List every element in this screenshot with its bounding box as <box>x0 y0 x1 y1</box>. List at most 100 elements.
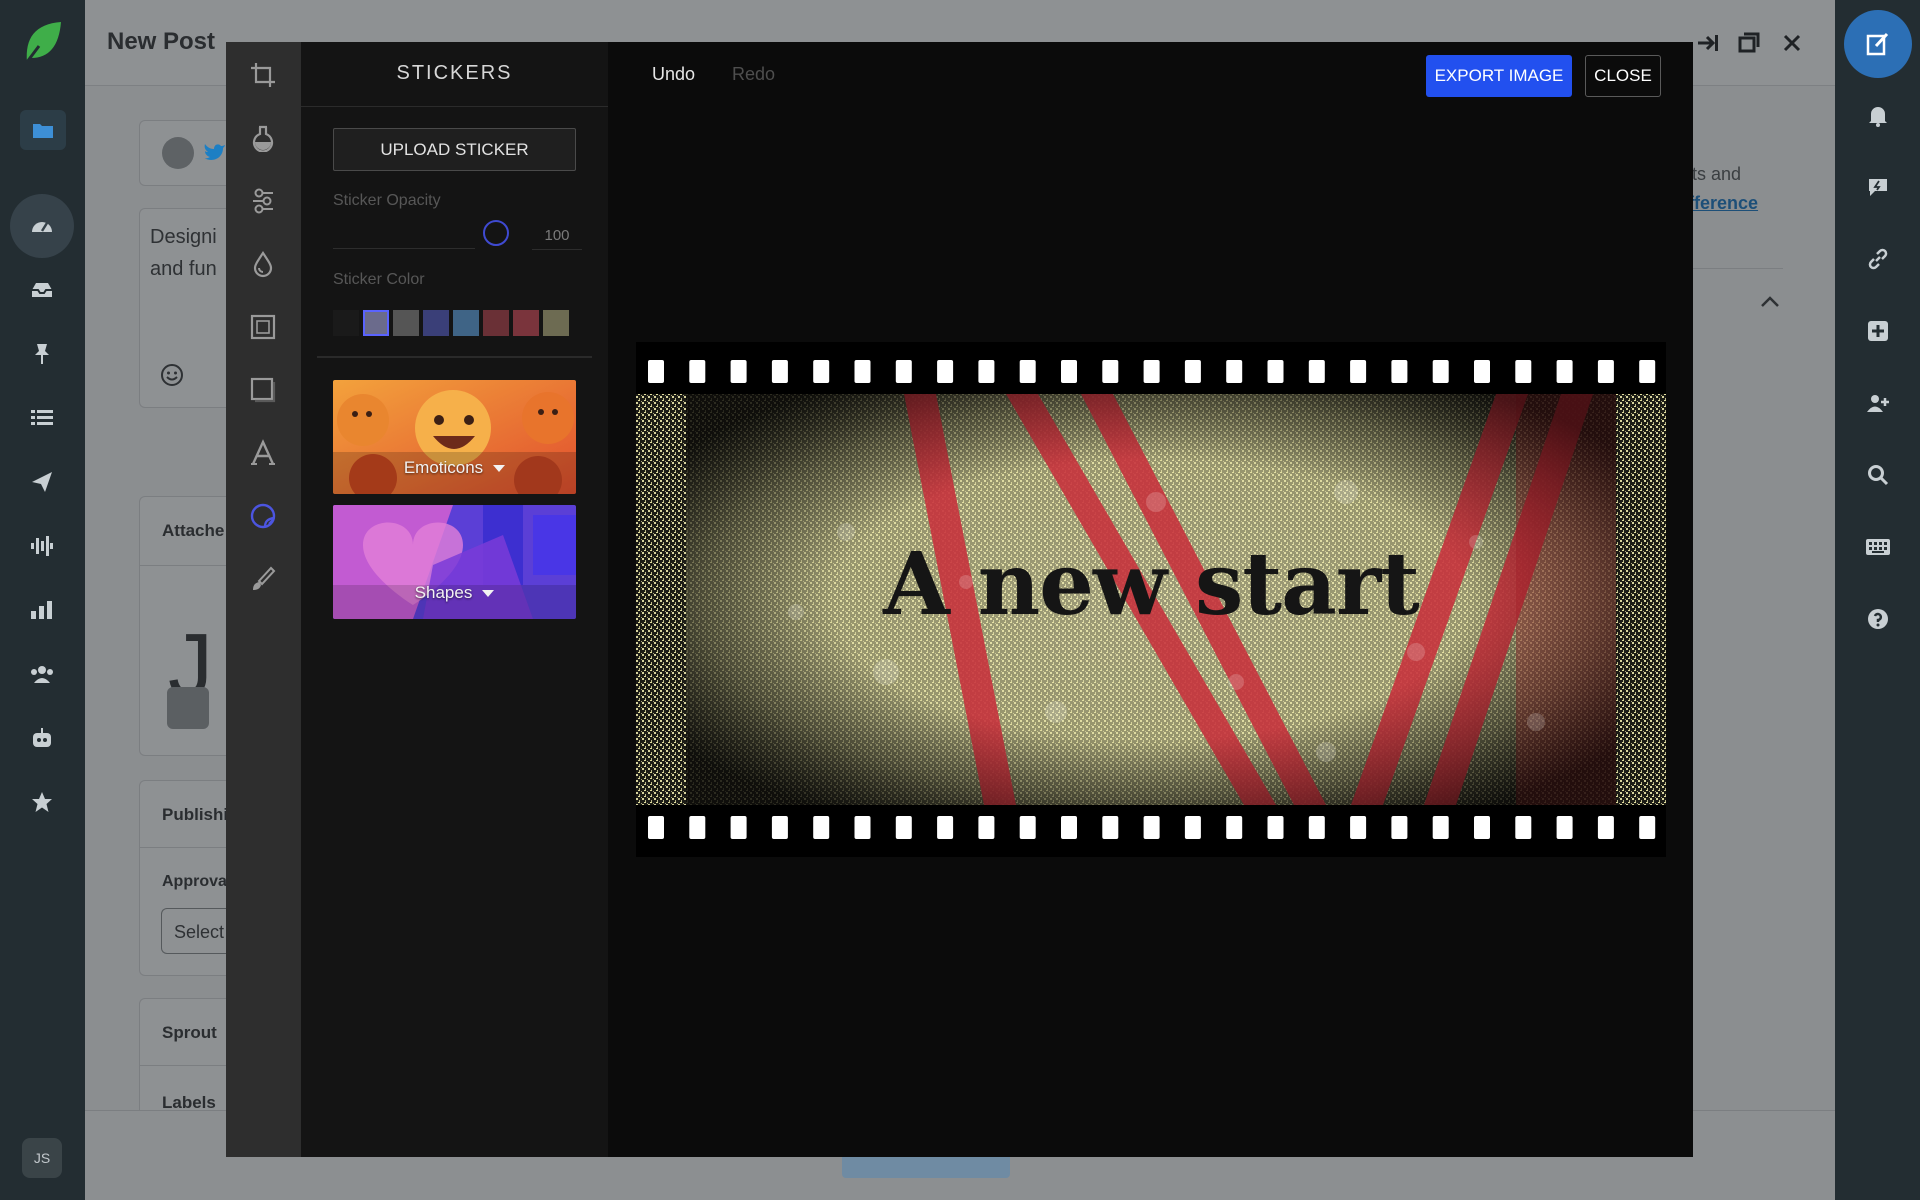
sprout-logo-icon[interactable] <box>21 18 65 66</box>
sticker-category-shapes[interactable]: Shapes <box>333 505 576 619</box>
message-text: Designi and fun <box>150 226 217 280</box>
opacity-slider-track[interactable] <box>333 248 475 249</box>
sprocket-hole <box>937 816 954 839</box>
sprocket-hole <box>813 360 830 383</box>
add-user-icon[interactable] <box>1862 387 1894 419</box>
publishing-label: Publishi <box>162 805 229 824</box>
sprocket-hole <box>648 816 664 839</box>
color-swatch[interactable] <box>513 310 539 336</box>
list-icon[interactable] <box>22 398 62 438</box>
search-icon[interactable] <box>1862 459 1894 491</box>
filter-tool-icon[interactable] <box>240 115 286 161</box>
image-editor-modal: STICKERS UPLOAD STICKER Sticker Opacity … <box>226 42 1693 1157</box>
edited-image[interactable]: A new start <box>636 342 1666 857</box>
sprocket-hole <box>1556 816 1573 839</box>
left-navigation: JS <box>0 0 85 1200</box>
color-swatch[interactable] <box>543 310 569 336</box>
color-swatch[interactable] <box>393 310 419 336</box>
overlay-tool-icon[interactable] <box>240 367 286 413</box>
redo-button[interactable]: Redo <box>732 64 775 85</box>
sprocket-hole <box>1019 816 1036 839</box>
opacity-label: Sticker Opacity <box>333 192 441 209</box>
sprocket-hole <box>813 816 830 839</box>
close-compose-icon[interactable] <box>1777 28 1807 58</box>
caret-down-icon <box>482 590 495 598</box>
sticker-category-emoticons[interactable]: Emoticons <box>333 380 576 494</box>
right-panel-body: sts and <box>1683 164 1742 184</box>
listening-icon[interactable] <box>22 526 62 566</box>
link-icon[interactable] <box>1862 243 1894 275</box>
add-icon[interactable] <box>1862 315 1894 347</box>
close-editor-button[interactable]: CLOSE <box>1585 55 1661 97</box>
keyboard-icon[interactable] <box>1862 531 1894 563</box>
right-panel-link[interactable]: ifference <box>1683 189 1758 218</box>
chevron-up-icon[interactable] <box>1760 294 1780 308</box>
sprocket-hole <box>1102 816 1119 839</box>
sprocket-hole <box>730 360 747 383</box>
compose-icon[interactable] <box>1844 10 1912 78</box>
opacity-value-input[interactable]: 100 <box>532 222 582 250</box>
sprocket-hole <box>1061 360 1077 383</box>
category-label: Emoticons <box>333 458 576 478</box>
sprocket-hole <box>1267 816 1284 839</box>
bell-icon[interactable] <box>1862 100 1894 132</box>
reports-icon[interactable] <box>22 590 62 630</box>
bot-icon[interactable] <box>22 718 62 758</box>
brush-tool-icon[interactable] <box>240 556 286 602</box>
color-swatch[interactable] <box>333 310 359 336</box>
sprocket-hole <box>1061 816 1077 839</box>
text-tool-icon[interactable] <box>240 430 286 476</box>
sprocket-hole <box>978 360 995 383</box>
folder-icon[interactable] <box>20 110 66 150</box>
copy-attachment-icon[interactable] <box>167 687 209 729</box>
panel-title: STICKERS <box>396 62 513 84</box>
sprocket-hole <box>1350 816 1367 839</box>
popout-icon[interactable] <box>1734 28 1764 58</box>
sprocket-hole <box>771 816 788 839</box>
editor-tool-rail <box>226 42 301 1157</box>
inbox-icon[interactable] <box>22 270 62 310</box>
profile-avatar <box>162 137 194 169</box>
sticker-color-swatches <box>333 310 569 336</box>
star-review-icon[interactable] <box>22 782 62 822</box>
sticker-tool-icon[interactable] <box>240 493 286 539</box>
sprocket-hole <box>1515 816 1532 839</box>
frame-tool-icon[interactable] <box>240 304 286 350</box>
sprocket-hole <box>895 360 912 383</box>
feedback-icon[interactable] <box>1862 171 1894 203</box>
send-icon[interactable] <box>22 462 62 502</box>
sprocket-hole <box>1184 360 1201 383</box>
crop-tool-icon[interactable] <box>240 52 286 98</box>
collapse-right-icon[interactable] <box>1692 28 1722 58</box>
color-swatch[interactable] <box>483 310 509 336</box>
sprocket-hole <box>689 360 706 383</box>
approval-select[interactable]: Select <box>161 908 231 954</box>
sprocket-hole <box>937 360 954 383</box>
sprocket-hole <box>689 816 706 839</box>
undo-button[interactable]: Undo <box>652 64 695 85</box>
help-icon[interactable] <box>1862 603 1894 635</box>
focus-tool-icon[interactable] <box>240 241 286 287</box>
divider <box>301 106 608 107</box>
emoji-icon[interactable] <box>160 363 184 387</box>
user-initials: JS <box>33 1150 51 1166</box>
attachments-label: Attache <box>162 521 225 540</box>
sprocket-hole <box>854 360 871 383</box>
dashboard-icon[interactable] <box>10 194 74 258</box>
sprocket-hole <box>1184 816 1201 839</box>
color-swatch[interactable] <box>453 310 479 336</box>
emoticons-label: Emoticons <box>403 458 484 477</box>
user-avatar[interactable]: JS <box>22 1138 62 1178</box>
adjust-tool-icon[interactable] <box>240 178 286 224</box>
page-title: New Post <box>107 28 216 55</box>
color-swatch[interactable] <box>363 310 389 336</box>
export-image-button[interactable]: EXPORT IMAGE <box>1426 55 1572 97</box>
sprocket-hole <box>1474 360 1490 383</box>
pin-icon[interactable] <box>22 334 62 374</box>
opacity-slider-handle[interactable] <box>483 220 509 246</box>
upload-sticker-button[interactable]: UPLOAD STICKER <box>333 128 576 171</box>
people-icon[interactable] <box>22 654 62 694</box>
sprocket-hole <box>1597 816 1614 839</box>
color-swatch[interactable] <box>423 310 449 336</box>
sprocket-hole <box>854 816 871 839</box>
